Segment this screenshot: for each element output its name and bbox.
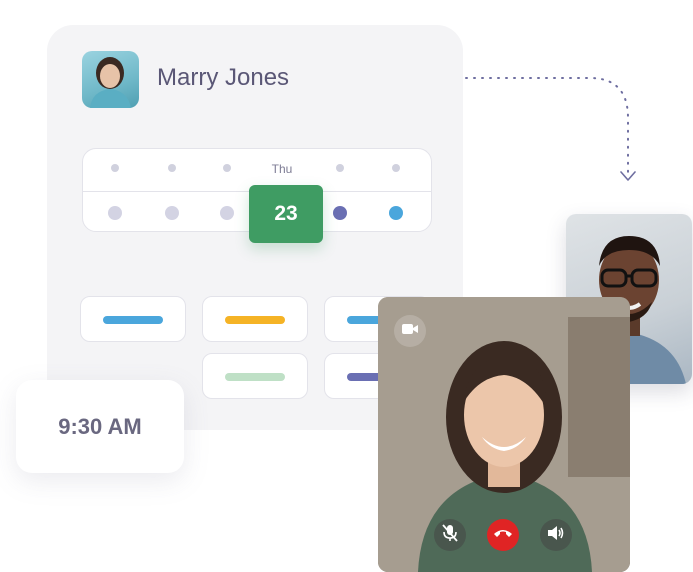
- day-marker: [111, 164, 119, 172]
- phone-hangup-icon: [493, 526, 513, 544]
- event-tag[interactable]: [80, 296, 186, 342]
- video-camera-icon: [401, 322, 419, 341]
- end-call-button[interactable]: [487, 519, 519, 551]
- speaker-icon: [547, 525, 565, 546]
- event-tag[interactable]: [202, 353, 308, 399]
- event-tag-bar: [225, 373, 285, 381]
- event-tag-bar: [225, 316, 285, 324]
- day-marker: [336, 164, 344, 172]
- date-dot[interactable]: [220, 206, 234, 220]
- main-video-feed[interactable]: [378, 297, 630, 572]
- date-dot[interactable]: [165, 206, 179, 220]
- microphone-muted-icon: [442, 523, 458, 547]
- contact-name: Marry Jones: [157, 64, 290, 91]
- event-tag[interactable]: [202, 296, 308, 342]
- camera-toggle-button[interactable]: [394, 315, 426, 347]
- day-marker: [168, 164, 176, 172]
- date-dot[interactable]: [389, 206, 403, 220]
- day-label: Thu: [271, 162, 293, 176]
- mute-button[interactable]: [434, 519, 466, 551]
- date-dot[interactable]: [108, 206, 122, 220]
- contact-avatar: [82, 51, 139, 108]
- appointment-time: 9:30 AM: [16, 380, 184, 473]
- day-marker: [392, 164, 400, 172]
- speaker-button[interactable]: [540, 519, 572, 551]
- day-marker: [223, 164, 231, 172]
- event-tag-bar: [103, 316, 163, 324]
- date-dot[interactable]: [333, 206, 347, 220]
- selected-date-badge[interactable]: 23: [249, 185, 323, 243]
